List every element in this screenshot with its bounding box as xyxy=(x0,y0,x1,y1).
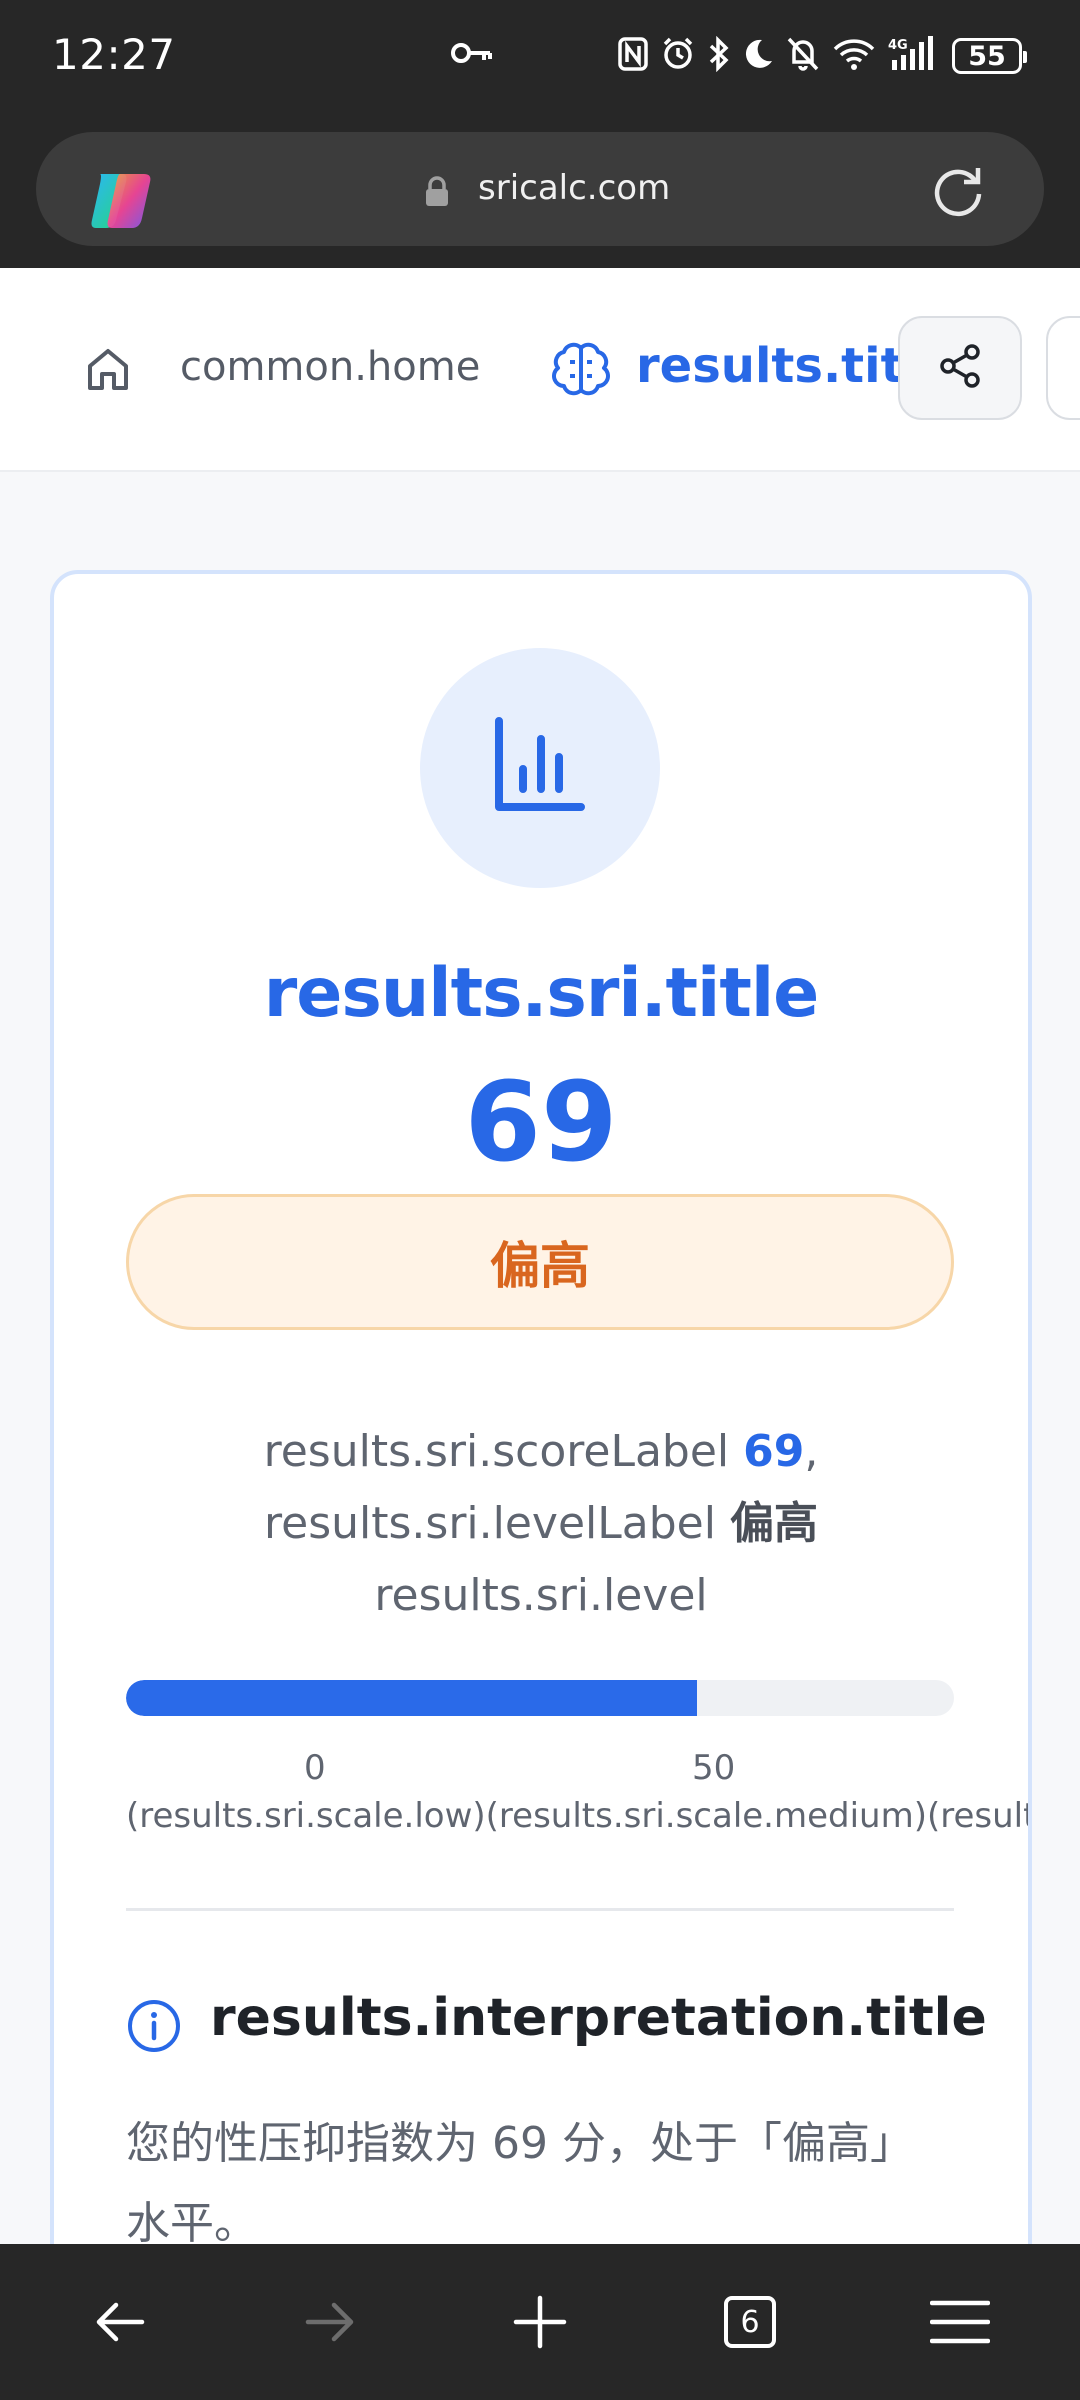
score-progress-fill xyxy=(126,1680,698,1716)
interpretation-title: results.interpretation.title xyxy=(210,1988,987,2048)
status-icons: 4G 55 xyxy=(618,34,1027,78)
brain-icon xyxy=(548,336,614,407)
key-icon xyxy=(450,38,494,73)
bar-chart-icon xyxy=(485,711,595,826)
bluetooth-icon xyxy=(708,35,730,77)
tabs-icon[interactable]: 6 xyxy=(710,2290,790,2354)
status-bar: 12:27 4G 55 xyxy=(0,0,1080,118)
address-bar[interactable]: sricalc.com xyxy=(36,132,1044,246)
share-button[interactable] xyxy=(898,316,1022,420)
new-tab-icon[interactable] xyxy=(500,2290,580,2354)
back-icon[interactable] xyxy=(80,2290,160,2354)
interpretation-body: 您的性压抑指数为 69 分，处于「偏高」水平。 xyxy=(126,2118,914,2244)
info-icon xyxy=(126,1998,182,2059)
scale-labels: (results.sri.scale.low)(results.sri.scal… xyxy=(126,1796,1028,1836)
result-title: results.sri.title xyxy=(263,954,820,1033)
forward-icon[interactable] xyxy=(290,2290,370,2354)
result-score: 69 xyxy=(464,1058,618,1186)
scale-mid-number: 50 xyxy=(692,1748,736,1788)
score-label: results.sri.scoreLabel xyxy=(263,1426,730,1477)
alarm-icon xyxy=(660,36,696,77)
moon-icon xyxy=(742,37,774,76)
more-button[interactable] xyxy=(1046,316,1080,420)
tab-count: 6 xyxy=(724,2296,776,2348)
signal-icon: 4G xyxy=(888,35,934,77)
home-icon[interactable] xyxy=(80,342,136,403)
battery-icon: 55 xyxy=(952,38,1027,74)
lock-icon xyxy=(424,176,450,213)
level-value: 偏高 xyxy=(729,1498,818,1549)
web-page: common.home results.title results.sri.ti… xyxy=(0,268,1080,2244)
share-icon xyxy=(936,342,984,395)
browser-bottom-bar: 6 xyxy=(0,2244,1080,2400)
wifi-icon xyxy=(832,37,876,76)
copilot-logo[interactable] xyxy=(86,168,156,239)
score-progress-bar xyxy=(126,1680,954,1716)
result-card: results.sri.title 69 偏高 results.sri.scor… xyxy=(50,570,1032,2244)
chart-badge xyxy=(420,648,660,888)
level-suffix: results.sri.level xyxy=(374,1570,708,1621)
menu-icon[interactable] xyxy=(920,2290,1000,2354)
score-value: 69 xyxy=(743,1426,805,1477)
nfc-icon xyxy=(618,36,648,76)
top-nav: common.home results.title xyxy=(0,268,1080,472)
mute-icon xyxy=(786,36,820,77)
svg-text:4G: 4G xyxy=(888,38,908,53)
scale-low-number: 0 xyxy=(304,1748,326,1788)
divider xyxy=(126,1908,954,1911)
level-badge: 偏高 xyxy=(126,1194,954,1330)
nav-home-link[interactable]: common.home xyxy=(180,344,480,390)
url-text: sricalc.com xyxy=(478,168,671,208)
result-description: results.sri.scoreLabel 69, results.sri.l… xyxy=(114,1416,968,1632)
reload-icon[interactable] xyxy=(928,160,988,225)
level-label: results.sri.levelLabel xyxy=(264,1498,716,1549)
desc-comma: , xyxy=(804,1426,819,1477)
browser-toolbar: sricalc.com xyxy=(0,118,1080,268)
nav-results-link[interactable]: results.title xyxy=(636,338,898,394)
status-time: 12:27 xyxy=(52,30,176,79)
